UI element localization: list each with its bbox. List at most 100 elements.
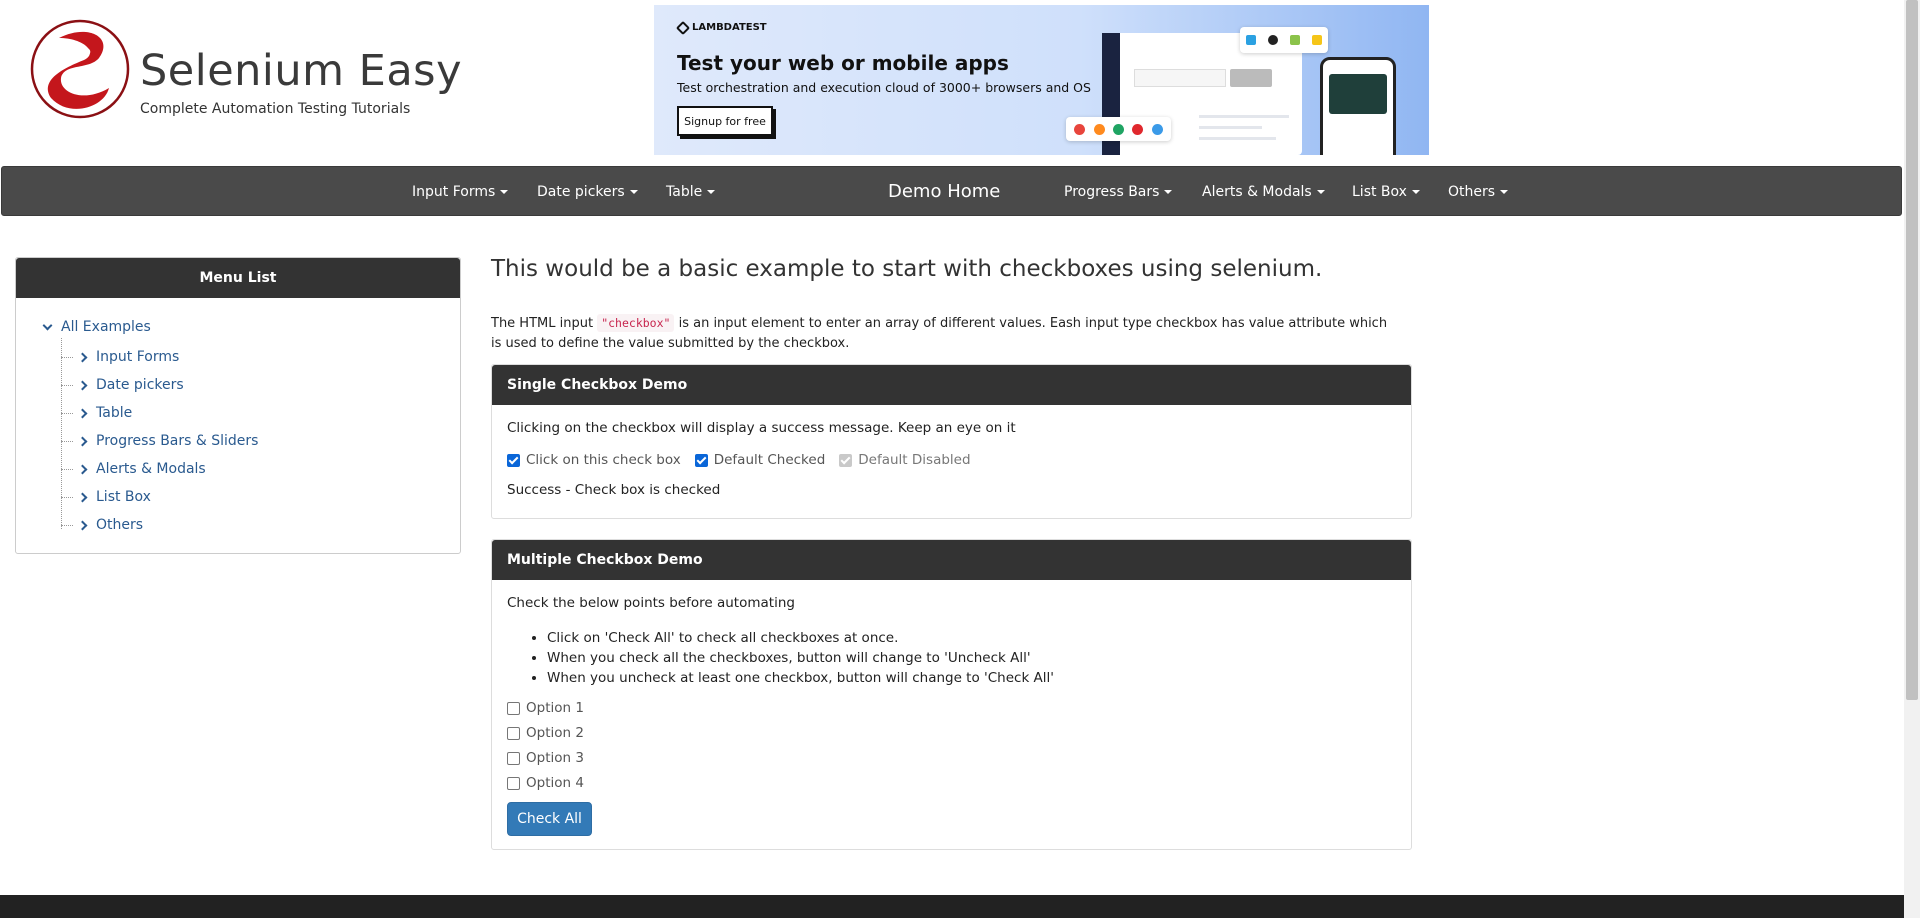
signup-button[interactable]: Signup for free — [677, 106, 773, 136]
chevron-right-icon — [77, 492, 88, 502]
nav-input-forms-label: Input Forms — [412, 184, 496, 200]
single-checkbox-panel: Single Checkbox Demo Clicking on the che… — [491, 364, 1412, 519]
nav-list-box[interactable]: List Box — [1352, 167, 1420, 217]
firefox-icon — [1093, 123, 1105, 135]
nav-progress-bars[interactable]: Progress Bars — [1064, 167, 1173, 217]
nav-others[interactable]: Others — [1448, 167, 1509, 217]
menu-list-sidebar: Menu List All Examples Input Forms Date … — [15, 257, 461, 554]
intro-text-start: The HTML input — [491, 316, 598, 331]
nav-table-label: Table — [666, 184, 703, 200]
list-item: When you check all the checkboxes, butto… — [547, 648, 1054, 668]
click-checkbox-label[interactable]: Click on this check box — [526, 452, 681, 468]
chevron-right-icon — [77, 408, 88, 418]
option-1-row[interactable]: Option 1 — [507, 700, 598, 716]
default-checked-label[interactable]: Default Checked — [714, 452, 826, 468]
option-2-row[interactable]: Option 2 — [507, 725, 598, 741]
phone-mockup-image — [1320, 57, 1396, 155]
single-panel-text: Clicking on the checkbox will display a … — [507, 420, 1016, 436]
nav-alerts-modals[interactable]: Alerts & Modals — [1202, 167, 1325, 217]
instructions-list: Click on 'Check All' to check all checkb… — [547, 628, 1054, 688]
sidebar-item-table[interactable]: Table — [61, 403, 132, 423]
default-disabled-checkbox — [839, 453, 853, 467]
opera-icon — [1132, 123, 1144, 135]
safari-icon — [1151, 123, 1163, 135]
nav-others-label: Others — [1448, 184, 1496, 200]
page-footer — [0, 895, 1904, 918]
page-title: This would be a basic example to start w… — [491, 256, 1323, 282]
mock-url-input-image — [1134, 69, 1226, 87]
caret-down-icon — [500, 190, 509, 194]
click-checkbox[interactable] — [507, 453, 520, 467]
caret-down-icon — [1500, 190, 1509, 194]
default-disabled-label: Default Disabled — [858, 452, 971, 468]
apple-icon — [1268, 35, 1278, 45]
tree-root-label: All Examples — [61, 319, 151, 335]
success-message: Success - Check box is checked — [507, 482, 721, 498]
caret-down-icon — [707, 190, 716, 194]
sidebar-item-date-pickers[interactable]: Date pickers — [61, 375, 184, 395]
intro-paragraph: The HTML input "checkbox" is an input el… — [491, 313, 1401, 354]
nav-table[interactable]: Table — [666, 167, 716, 217]
sidebar-item-label: Alerts & Modals — [96, 461, 206, 477]
lambdatest-ad-banner[interactable]: LAMBDATEST Test your web or mobile apps … — [654, 5, 1429, 155]
sidebar-heading: Menu List — [16, 258, 460, 298]
chevron-right-icon — [77, 352, 88, 362]
caret-down-icon — [1164, 190, 1173, 194]
sidebar-item-progress-bars[interactable]: Progress Bars & Sliders — [61, 431, 258, 451]
nav-date-pickers[interactable]: Date pickers — [537, 167, 638, 217]
scrollbar-thumb[interactable] — [1906, 0, 1918, 700]
chevron-down-icon — [42, 320, 53, 330]
android-icon — [1290, 35, 1300, 45]
caret-down-icon — [1411, 190, 1420, 194]
option-3-checkbox[interactable] — [507, 751, 520, 765]
option-3-row[interactable]: Option 3 — [507, 750, 598, 766]
check-all-button[interactable]: Check All — [507, 802, 592, 836]
list-item: When you uncheck at least one checkbox, … — [547, 668, 1054, 688]
sidebar-item-input-forms[interactable]: Input Forms — [61, 347, 179, 367]
windows-icon — [1246, 35, 1256, 45]
site-header: Selenium Easy Complete Automation Testin… — [0, 0, 1904, 164]
option-4-row[interactable]: Option 4 — [507, 775, 598, 791]
chrome-icon — [1074, 123, 1086, 135]
linux-icon — [1312, 35, 1322, 45]
sidebar-item-label: Table — [96, 405, 133, 421]
option-label[interactable]: Option 4 — [526, 775, 584, 791]
sidebar-item-label: Progress Bars & Sliders — [96, 433, 259, 449]
sidebar-item-label: Date pickers — [96, 377, 184, 393]
option-1-checkbox[interactable] — [507, 701, 520, 715]
sidebar-item-alerts-modals[interactable]: Alerts & Modals — [61, 459, 206, 479]
banner-subtitle: Test orchestration and execution cloud o… — [677, 80, 1091, 95]
intro-code: "checkbox" — [597, 314, 675, 332]
option-4-checkbox[interactable] — [507, 776, 520, 790]
chevron-right-icon — [77, 436, 88, 446]
nav-alerts-modals-label: Alerts & Modals — [1202, 184, 1312, 200]
banner-brand-text: LAMBDATEST — [692, 22, 767, 33]
sidebar-item-list-box[interactable]: List Box — [61, 487, 151, 507]
chevron-right-icon — [77, 520, 88, 530]
single-checkbox-row: Click on this check box Default Checked … — [507, 452, 985, 468]
default-checked-checkbox[interactable] — [694, 453, 708, 467]
chevron-right-icon — [77, 464, 88, 474]
option-2-checkbox[interactable] — [507, 726, 520, 740]
os-icons — [1240, 27, 1328, 53]
nav-input-forms[interactable]: Input Forms — [412, 167, 509, 217]
multiple-checkbox-panel: Multiple Checkbox Demo Check the below p… — [491, 539, 1412, 850]
site-subtitle: Complete Automation Testing Tutorials — [140, 101, 411, 117]
option-label[interactable]: Option 1 — [526, 700, 584, 716]
single-panel-heading: Single Checkbox Demo — [492, 365, 1411, 405]
list-item: Click on 'Check All' to check all checkb… — [547, 628, 1054, 648]
edge-icon — [1112, 123, 1124, 135]
multiple-panel-text: Check the below points before automating — [507, 595, 795, 611]
option-label[interactable]: Option 2 — [526, 725, 584, 741]
main-navbar: Input Forms Date pickers Table Demo Home… — [1, 166, 1902, 216]
tree-root-all-examples[interactable]: All Examples — [42, 319, 151, 335]
sidebar-item-label: List Box — [96, 489, 151, 505]
option-label[interactable]: Option 3 — [526, 750, 584, 766]
browser-icons — [1066, 117, 1171, 141]
site-title[interactable]: Selenium Easy — [140, 46, 462, 96]
nav-demo-home[interactable]: Demo Home — [888, 167, 1000, 217]
selenium-easy-logo[interactable] — [29, 18, 131, 120]
sidebar-item-others[interactable]: Others — [61, 515, 143, 535]
mock-lines-image — [1199, 115, 1289, 148]
nav-date-pickers-label: Date pickers — [537, 184, 625, 200]
